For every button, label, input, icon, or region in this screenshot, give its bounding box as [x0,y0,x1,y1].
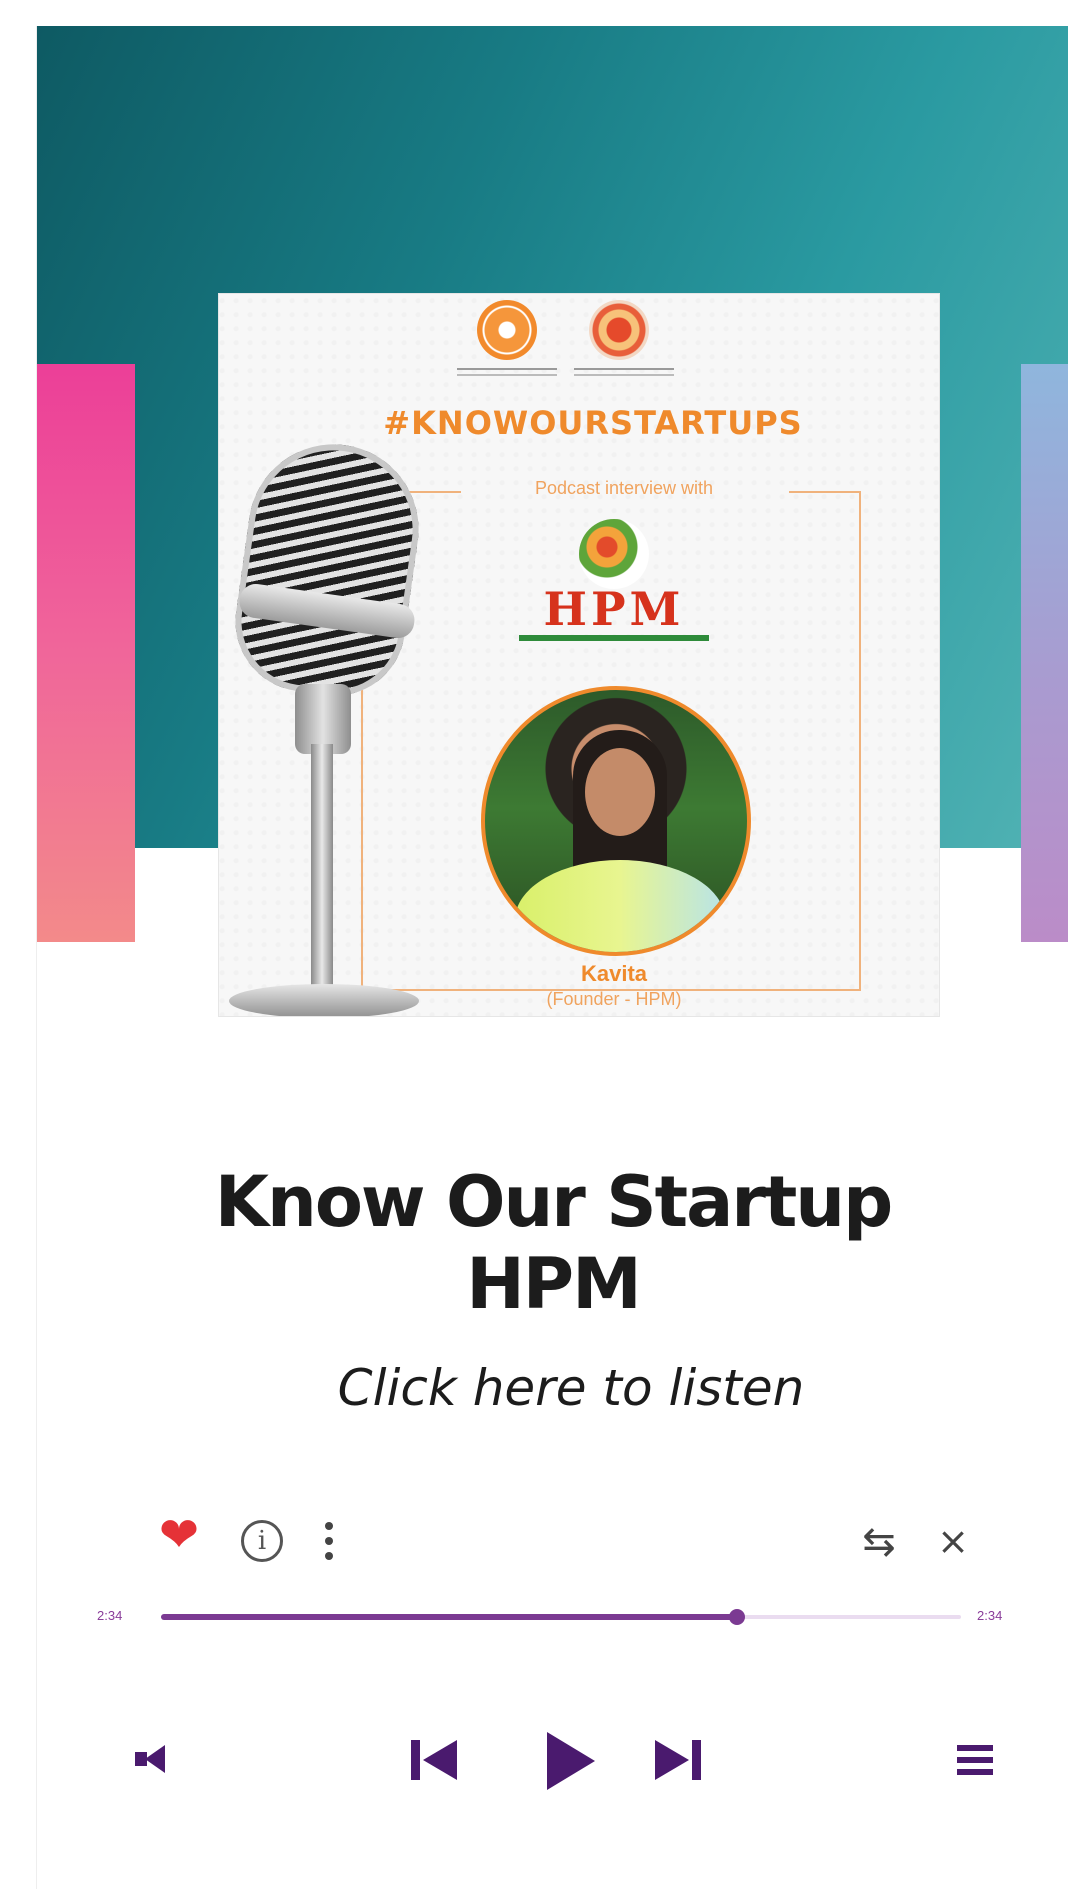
guest-avatar [481,686,751,956]
microphone-illustration [219,433,449,1016]
microphone-stand-base [229,984,419,1016]
guest-role: (Founder - HPM) [546,989,682,1009]
cover-frame-top-right [789,491,861,493]
microphone-head [226,433,430,705]
speaker-icon[interactable] [133,1742,167,1776]
play-icon[interactable] [537,1726,601,1796]
listen-link[interactable]: Click here to listen [37,1359,1068,1417]
heart-icon[interactable]: ❤ [155,1512,203,1560]
cover-hashtag: #KNOWOURSTARTUPS [383,404,803,442]
info-icon[interactable]: i [241,1520,283,1562]
previous-card-peek[interactable] [37,364,135,942]
hpm-brand-logo: HPM [519,519,709,649]
more-vertical-icon[interactable] [319,1516,339,1566]
episode-cover-art[interactable]: #KNOWOURSTARTUPS Podcast interview with … [219,294,939,1016]
podcast-interview-label: Podcast interview with [534,478,714,498]
government-emblem-logo [477,300,537,360]
hpm-logo-text: HPM [519,581,709,641]
next-card-peek[interactable] [1021,364,1068,942]
elapsed-time: 2:34 [97,1608,123,1623]
shuffle-icon[interactable]: ⨯ [933,1518,973,1564]
repeat-icon[interactable]: ⇆ [855,1520,903,1564]
avatar-face [585,748,655,836]
skip-previous-icon[interactable] [407,1734,463,1786]
playlist-menu-icon[interactable] [953,1742,997,1778]
skip-next-icon[interactable] [649,1734,705,1786]
progress-scrubber-handle[interactable] [729,1609,745,1625]
total-duration: 2:34 [977,1608,1003,1623]
episode-title-line1: Know Our Startup [214,1161,893,1243]
hpm-flower-icon [579,519,649,589]
logo-caption-right [574,368,674,376]
microphone-stand-pole [311,744,333,994]
progress-fill [161,1614,737,1620]
guest-name: Kavita [580,961,648,986]
podcast-player-card: #KNOWOURSTARTUPS Podcast interview with … [36,26,1068,1889]
episode-title: Know Our Startup HPM [37,1161,1068,1325]
avatar-shirt [515,860,725,952]
logo-caption-left [457,368,557,376]
partner-logos [439,300,719,390]
episode-title-line2: HPM [466,1243,642,1325]
institution-seal-logo [589,300,649,360]
progress-track[interactable] [161,1609,961,1625]
